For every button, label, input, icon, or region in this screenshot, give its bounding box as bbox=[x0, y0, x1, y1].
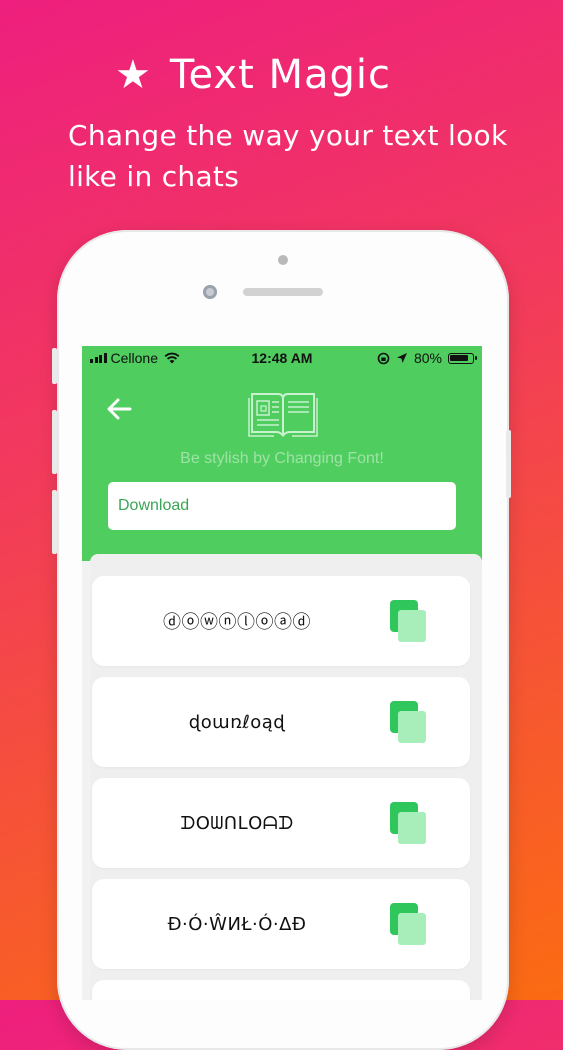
copy-button[interactable] bbox=[390, 701, 430, 745]
battery-percent: 80% bbox=[413, 350, 442, 366]
rotation-lock-icon bbox=[377, 352, 390, 364]
copy-button[interactable] bbox=[390, 903, 430, 947]
app-screen: Cellone 12:48 AM 80% Be stylish by Chang… bbox=[82, 346, 482, 1000]
font-style-card[interactable]: Ð·Ó·ŴИŁ·Ó·ΔÐ bbox=[92, 879, 470, 969]
copy-button[interactable] bbox=[390, 802, 430, 846]
power-button bbox=[506, 430, 511, 498]
front-camera-icon bbox=[203, 285, 217, 299]
back-arrow-icon[interactable] bbox=[104, 394, 134, 424]
sensor-dot bbox=[278, 255, 288, 265]
styled-text: Ð·Ó·ŴИŁ·Ó·ΔÐ bbox=[167, 913, 307, 935]
location-arrow-icon bbox=[396, 353, 407, 363]
promo-title-text: Text Magic bbox=[169, 52, 391, 98]
app-header: Cellone 12:48 AM 80% Be stylish by Chang… bbox=[82, 346, 482, 561]
status-right: 80% bbox=[377, 350, 477, 366]
mute-switch bbox=[52, 348, 57, 384]
earpiece-speaker bbox=[243, 288, 323, 296]
volume-down-button bbox=[52, 490, 57, 554]
text-input[interactable] bbox=[108, 482, 456, 530]
font-style-list: ⓓⓞⓦⓝⓛⓞⓐⓓ ɖօառℓօąɖ ᗪOᗯᑎᒪOᗩᗪ Ð·Ó·ŴИŁ·Ó·ΔÐ bbox=[90, 554, 482, 1000]
font-style-card[interactable]: ⓓⓞⓦⓝⓛⓞⓐⓓ bbox=[92, 576, 470, 666]
status-bar: Cellone 12:48 AM 80% bbox=[82, 346, 482, 370]
styled-text: ⓓⓞⓦⓝⓛⓞⓐⓓ bbox=[163, 612, 311, 633]
star-icon: ★ bbox=[115, 52, 152, 98]
open-book-icon bbox=[248, 393, 318, 437]
promo-subtitle: Change the way your text look like in ch… bbox=[68, 119, 508, 193]
promo-title: ★ Text Magic bbox=[115, 52, 391, 98]
styled-text: ᗪOᗯᑎᒪOᗩᗪ bbox=[180, 812, 294, 834]
font-style-card-partial[interactable] bbox=[92, 980, 470, 1000]
styled-text: ɖօառℓօąɖ bbox=[188, 711, 286, 733]
volume-up-button bbox=[52, 410, 57, 474]
battery-icon bbox=[448, 352, 477, 364]
copy-button[interactable] bbox=[390, 600, 430, 644]
font-style-card[interactable]: ᗪOᗯᑎᒪOᗩᗪ bbox=[92, 778, 470, 868]
font-style-card[interactable]: ɖօառℓօąɖ bbox=[92, 677, 470, 767]
app-tagline: Be stylish by Changing Font! bbox=[180, 450, 384, 467]
